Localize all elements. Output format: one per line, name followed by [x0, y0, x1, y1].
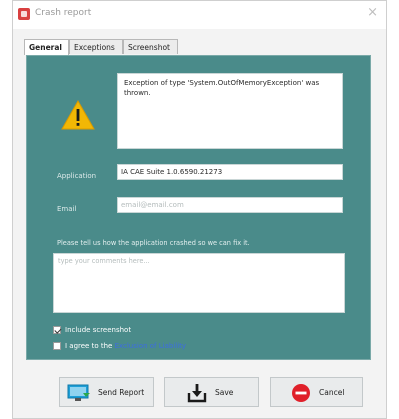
tab-exceptions[interactable]: Exceptions [69, 39, 123, 54]
cancel-button[interactable]: Cancel [270, 377, 363, 407]
save-button[interactable]: Save [164, 377, 259, 407]
tab-screenshot[interactable]: Screenshot [123, 39, 178, 54]
exception-message: Exception of type 'System.OutOfMemoryExc… [117, 73, 343, 149]
email-field[interactable]: email@email.com [117, 197, 343, 213]
application-field[interactable]: IA CAE Suite 1.0.6590.21273 [117, 164, 343, 180]
comments-textarea[interactable]: type your comments here... [53, 253, 345, 313]
save-download-icon [187, 384, 207, 403]
crash-report-window: Crash report × General Exceptions Screen… [12, 0, 387, 419]
email-label: Email [57, 205, 77, 213]
close-button[interactable]: × [367, 6, 378, 20]
cancel-label: Cancel [319, 388, 345, 397]
agree-label: I agree to the [65, 342, 113, 350]
include-screenshot-row[interactable]: Include screenshot [53, 326, 131, 338]
cancel-icon [292, 384, 310, 402]
send-report-icon [67, 384, 90, 401]
send-report-label: Send Report [98, 388, 145, 397]
window-title: Crash report [35, 8, 92, 18]
agree-checkbox[interactable] [53, 342, 61, 350]
save-label: Save [215, 388, 234, 397]
feedback-prompt: Please tell us how the application crash… [57, 239, 250, 247]
tab-general[interactable]: General [24, 39, 69, 55]
app-icon [18, 8, 30, 20]
exclusion-of-liability-link[interactable]: Exclusion of Liability [115, 342, 186, 350]
send-report-button[interactable]: Send Report [59, 377, 154, 407]
general-panel: Exception of type 'System.OutOfMemoryExc… [26, 55, 371, 360]
include-screenshot-label: Include screenshot [65, 326, 132, 334]
agree-row[interactable]: I agree to the Exclusion of Liability [53, 342, 186, 354]
title-bar: Crash report × [13, 1, 386, 29]
application-label: Application [57, 172, 97, 180]
include-screenshot-checkbox[interactable] [53, 326, 61, 334]
warning-icon [61, 100, 95, 130]
